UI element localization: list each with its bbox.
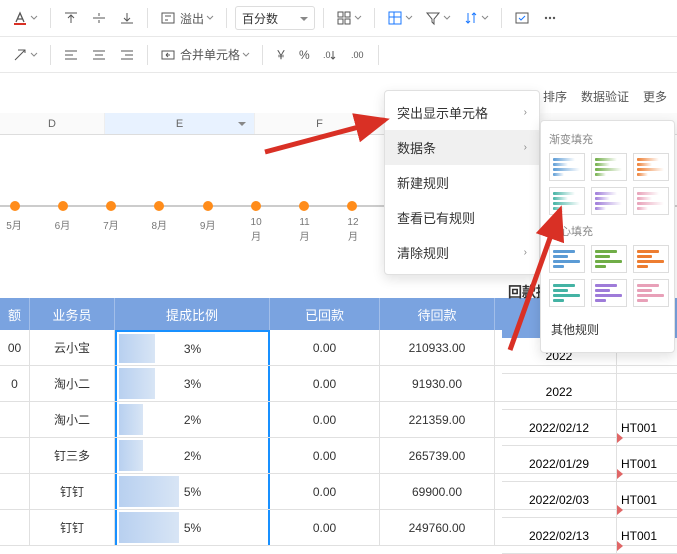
col-header-D[interactable]: D: [0, 113, 105, 134]
more-btn[interactable]: [538, 7, 562, 29]
currency-btn[interactable]: ￥: [271, 43, 291, 66]
databar-swatch[interactable]: [591, 279, 627, 307]
menu-highlight[interactable]: 突出显示单元格›: [385, 95, 539, 130]
align-top-btn[interactable]: [59, 7, 83, 29]
sort-label: 排序: [543, 88, 567, 105]
svg-text:.00: .00: [351, 50, 364, 60]
cond-format-btn[interactable]: [332, 7, 366, 29]
chevron-right-icon: ›: [524, 142, 527, 153]
validate-label: 数据验证: [581, 88, 629, 105]
databar-swatch[interactable]: [549, 153, 585, 181]
databar-swatch[interactable]: [633, 153, 669, 181]
sort-btn[interactable]: [459, 7, 493, 29]
align-right-btn[interactable]: [115, 44, 139, 66]
databar-swatch[interactable]: [633, 279, 669, 307]
align-bot-btn[interactable]: [115, 7, 139, 29]
align-center-btn[interactable]: [87, 44, 111, 66]
dec-dec-btn[interactable]: .00: [346, 44, 370, 66]
databar-swatch[interactable]: [633, 245, 669, 273]
table-row[interactable]: 2022: [502, 374, 677, 410]
table-row[interactable]: 2022/01/29HT001: [502, 446, 677, 482]
percent-btn[interactable]: %: [295, 45, 314, 65]
merge-btn[interactable]: 合并单元格: [156, 43, 254, 66]
gradient-title: 渐变填充: [549, 131, 666, 147]
align-left-btn[interactable]: [59, 44, 83, 66]
svg-text:.0: .0: [323, 50, 331, 60]
filter-btn[interactable]: [421, 7, 455, 29]
col-header-E[interactable]: E: [105, 113, 255, 134]
clear-format-btn[interactable]: [8, 44, 42, 66]
dec-inc-btn[interactable]: .0: [318, 44, 342, 66]
databar-swatch[interactable]: [591, 245, 627, 273]
chevron-right-icon: ›: [524, 107, 527, 118]
databar-swatch[interactable]: [591, 153, 627, 181]
validate-btn[interactable]: [510, 7, 534, 29]
merge-label: 合并单元格: [180, 46, 240, 63]
table-row[interactable]: 2022/02/13HT001: [502, 518, 677, 554]
align-mid-btn[interactable]: [87, 7, 111, 29]
databar-swatch[interactable]: [633, 187, 669, 215]
table-row[interactable]: 2022/02/03HT001: [502, 482, 677, 518]
menu-newrule[interactable]: 新建规则: [385, 165, 539, 200]
more-label: 更多: [643, 88, 667, 105]
menu-databar[interactable]: 数据条›: [385, 130, 539, 165]
number-format-select[interactable]: 百分数: [235, 6, 315, 30]
overflow-label: 溢出: [180, 10, 204, 27]
freeze-btn[interactable]: [383, 7, 417, 29]
table-row[interactable]: 2022/02/12HT001: [502, 410, 677, 446]
wrap-btn[interactable]: 溢出: [156, 7, 218, 30]
databar-swatch[interactable]: [591, 187, 627, 215]
font-color-btn[interactable]: [8, 7, 42, 29]
